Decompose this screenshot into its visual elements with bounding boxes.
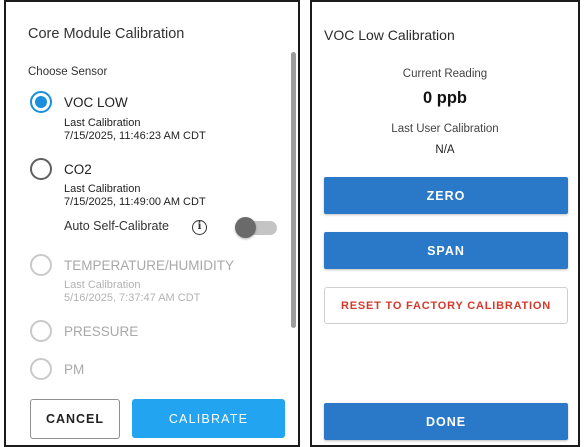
done-button[interactable]: DONE	[324, 403, 568, 440]
current-reading-label: Current Reading	[402, 68, 488, 80]
last-calibration-label: Last Calibration	[64, 279, 141, 291]
last-calibration-label: Last Calibration	[64, 117, 141, 129]
toggle-thumb[interactable]	[235, 217, 256, 238]
last-calibration-label: Last Calibration	[64, 183, 141, 195]
option-label-co2: CO2	[64, 162, 92, 177]
choose-sensor-label: Choose Sensor	[28, 66, 108, 78]
info-icon[interactable]: i	[192, 220, 207, 235]
core-module-calibration-panel: Core Module Calibration Choose Sensor VO…	[4, 0, 300, 447]
option-label-pm: PM	[64, 362, 85, 377]
reset-to-factory-calibration-button[interactable]: RESET TO FACTORY CALIBRATION	[324, 287, 568, 324]
option-label-pressure: PRESSURE	[64, 324, 139, 339]
radio-co2[interactable]	[30, 158, 52, 180]
option-label-voc-low: VOC LOW	[64, 95, 128, 110]
last-calibration-value: 7/15/2025, 11:49:00 AM CDT	[64, 196, 206, 208]
panel-title: Core Module Calibration	[28, 26, 185, 42]
last-calibration-value: 5/16/2025, 7:37:47 AM CDT	[64, 292, 201, 304]
radio-voc-low[interactable]	[30, 91, 52, 113]
last-calibration-value: 7/15/2025, 11:46:23 AM CDT	[64, 130, 206, 142]
option-label-temperature-humidity: TEMPERATURE/HUMIDITY	[64, 258, 235, 273]
zero-button[interactable]: ZERO	[324, 177, 568, 214]
cancel-button[interactable]: CANCEL	[30, 399, 120, 439]
panel-title: VOC Low Calibration	[324, 27, 455, 43]
radio-temperature-humidity	[30, 254, 52, 276]
auto-self-calibrate-label: Auto Self-Calibrate	[64, 219, 169, 233]
span-button[interactable]: SPAN	[324, 232, 568, 269]
scrollbar[interactable]	[291, 52, 296, 328]
voc-low-calibration-panel: VOC Low Calibration Current Reading 0 pp…	[310, 0, 580, 447]
current-reading-value: 0 ppb	[423, 89, 467, 107]
radio-pm	[30, 358, 52, 380]
last-user-calibration-label: Last User Calibration	[391, 123, 499, 135]
last-user-calibration-value: N/A	[435, 144, 455, 156]
calibrate-button[interactable]: CALIBRATE	[132, 399, 285, 438]
radio-pressure	[30, 320, 52, 342]
